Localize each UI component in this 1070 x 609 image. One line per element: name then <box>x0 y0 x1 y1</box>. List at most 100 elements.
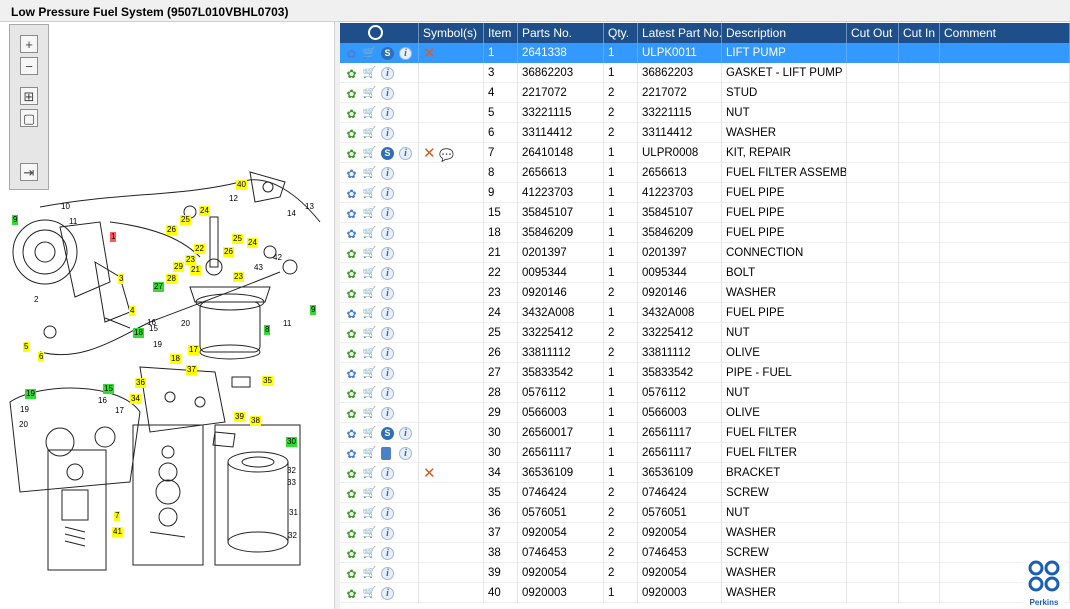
cart-icon[interactable]: 🛒 <box>362 187 377 200</box>
zoom-window-button[interactable]: ▢ <box>20 109 38 127</box>
info-icon[interactable]: i <box>381 567 394 580</box>
diagram-callout[interactable]: 32 <box>286 466 297 476</box>
info-icon[interactable]: i <box>381 187 394 200</box>
cart-icon[interactable]: 🛒 <box>362 227 377 240</box>
diagram-callout[interactable]: 1 <box>110 232 117 242</box>
diagram-callout[interactable]: 23 <box>233 272 244 282</box>
options-icon[interactable]: ✿ <box>345 327 358 340</box>
options-icon[interactable]: ✿ <box>345 567 358 580</box>
options-icon[interactable]: ✿ <box>345 467 358 480</box>
info-icon[interactable]: i <box>381 207 394 220</box>
info-icon[interactable]: i <box>381 167 394 180</box>
table-row[interactable]: ✿🛒i8265661312656613FUEL FILTER ASSEMBLY <box>340 163 1070 183</box>
supersession-icon[interactable]: S <box>381 147 394 160</box>
table-row[interactable]: ✿ 🛒 Si ✕ 💬 7 26410148 1 ULPR0008 KIT, REPAIR <box>340 143 1070 163</box>
options-icon[interactable]: ✿ <box>345 47 358 60</box>
table-row[interactable]: ✿ 🛒 i 30 26561117 1 26561117 FUEL FILTER <box>340 443 1070 463</box>
options-icon[interactable]: ✿ <box>345 67 358 80</box>
cart-icon[interactable]: 🛒 <box>362 467 377 480</box>
column-header-cut-out[interactable]: Cut Out <box>847 23 899 43</box>
cart-icon[interactable]: 🛒 <box>362 387 377 400</box>
diagram-callout[interactable]: 29 <box>173 262 184 272</box>
diagram-callout[interactable]: 2 <box>33 295 39 305</box>
cart-icon[interactable]: 🛒 <box>362 267 377 280</box>
diagram-callout[interactable]: 24 <box>247 238 258 248</box>
table-row[interactable]: ✿ 🛒 i 23 0920146 2 0920146 WASHER <box>340 283 1070 303</box>
diagram-callout[interactable]: 19 <box>25 389 36 399</box>
diagram-callout[interactable]: 28 <box>166 274 177 284</box>
options-icon[interactable]: ✿ <box>345 307 358 320</box>
note-icon[interactable]: 💬 <box>439 145 454 162</box>
options-icon[interactable]: ✿ <box>345 447 358 460</box>
options-icon[interactable]: ✿ <box>345 527 358 540</box>
options-icon[interactable]: ✿ <box>345 387 358 400</box>
cart-icon[interactable]: 🛒 <box>362 547 377 560</box>
info-icon[interactable]: i <box>381 87 394 100</box>
diagram-callout[interactable]: 41 <box>112 527 123 537</box>
info-icon[interactable]: i <box>381 507 394 520</box>
options-icon[interactable]: ✿ <box>345 187 358 200</box>
parts-diagram[interactable]: 40 12 14 13 10 11 9 1 25 24 26 22 25 24 23 26 29 21 43 42 28… <box>0 22 334 609</box>
info-icon[interactable]: i <box>381 227 394 240</box>
options-icon[interactable]: ✿ <box>345 547 358 560</box>
diagram-callout[interactable]: 24 <box>199 206 210 216</box>
options-icon[interactable]: ✿ <box>345 267 358 280</box>
fit-all-button[interactable]: ⊞ <box>20 87 38 105</box>
options-icon[interactable]: ✿ <box>345 487 358 500</box>
column-header-description[interactable]: Description <box>722 23 847 43</box>
diagram-callout[interactable]: 36 <box>135 378 146 388</box>
table-row[interactable]: ✿ 🛒 i 36 0576051 2 0576051 NUT <box>340 503 1070 523</box>
cart-icon[interactable]: 🛒 <box>362 487 377 500</box>
diagram-callout[interactable]: 35 <box>262 376 273 386</box>
info-icon[interactable]: i <box>381 387 394 400</box>
table-row[interactable]: ✿ 🛒 i 28 0576112 1 0576112 NUT <box>340 383 1070 403</box>
diagram-callout[interactable]: 34 <box>130 394 141 404</box>
diagram-callout[interactable]: 16 <box>97 396 108 406</box>
export-button[interactable]: ⇥ <box>20 163 38 181</box>
table-row[interactable]: ✿ 🛒 Si 30 26560017 1 26561117 FUEL FILTER <box>340 423 1070 443</box>
table-row[interactable]: ✿ 🛒 i 26 33811112 2 33811112 OLIVE <box>340 343 1070 363</box>
diagram-callout[interactable]: 12 <box>228 194 239 204</box>
table-row[interactable]: ✿ 🛒 i 35 0746424 2 0746424 SCREW <box>340 483 1070 503</box>
cart-icon[interactable]: 🛒 <box>362 507 377 520</box>
diagram-callout[interactable]: 19 <box>152 340 163 350</box>
table-row[interactable]: ✿ 🛒 i 15 35845107 1 35845107 FUEL PIPE <box>340 203 1070 223</box>
diagram-callout[interactable]: 33 <box>286 478 297 488</box>
cart-icon[interactable]: 🛒 <box>362 447 377 460</box>
column-header-symbols[interactable]: Symbol(s) <box>419 23 484 43</box>
cart-icon[interactable]: 🛒 <box>362 147 377 160</box>
table-row[interactable]: ✿ 🛒 i 5 33221115 2 33221115 NUT <box>340 103 1070 123</box>
cart-icon[interactable]: 🛒 <box>362 307 377 320</box>
options-icon[interactable]: ✿ <box>345 87 358 100</box>
diagram-callout[interactable]: 39 <box>234 412 245 422</box>
diagram-callout[interactable]: 18 <box>170 354 181 364</box>
book-icon[interactable] <box>381 447 391 460</box>
column-header-parts-no[interactable]: Parts No. <box>518 23 604 43</box>
table-row[interactable]: ✿ 🛒 i 40 0920003 1 0920003 WASHER <box>340 583 1070 603</box>
table-row[interactable]: ✿ 🛒 i 39 0920054 2 0920054 WASHER <box>340 563 1070 583</box>
diagram-callout[interactable]: 7 <box>114 511 121 521</box>
diagram-callout[interactable]: 42 <box>272 253 283 263</box>
info-icon[interactable]: i <box>399 47 412 60</box>
diagram-callout[interactable]: 15 <box>103 384 114 394</box>
cart-icon[interactable]: 🛒 <box>362 327 377 340</box>
zoom-out-button[interactable]: − <box>20 57 38 75</box>
cart-icon[interactable]: 🛒 <box>362 167 377 180</box>
info-icon[interactable]: i <box>381 107 394 120</box>
diagram-callout[interactable]: 27 <box>153 282 164 292</box>
column-header-comment[interactable]: Comment <box>940 23 1070 43</box>
options-icon[interactable]: ✿ <box>345 167 358 180</box>
column-header-item[interactable]: Item <box>484 23 518 43</box>
cart-icon[interactable]: 🛒 <box>362 247 377 260</box>
info-icon[interactable]: i <box>381 587 394 600</box>
options-icon[interactable]: ✿ <box>345 147 358 160</box>
info-icon[interactable]: i <box>381 267 394 280</box>
diagram-callout[interactable]: 32 <box>287 531 298 541</box>
options-icon[interactable]: ✿ <box>345 227 358 240</box>
cart-icon[interactable]: 🛒 <box>362 407 377 420</box>
supersession-icon[interactable]: S <box>381 427 394 440</box>
cart-icon[interactable]: 🛒 <box>362 347 377 360</box>
cart-icon[interactable]: 🛒 <box>362 367 377 380</box>
options-icon[interactable]: ✿ <box>345 207 358 220</box>
diagram-callout[interactable]: 18 <box>133 328 144 338</box>
